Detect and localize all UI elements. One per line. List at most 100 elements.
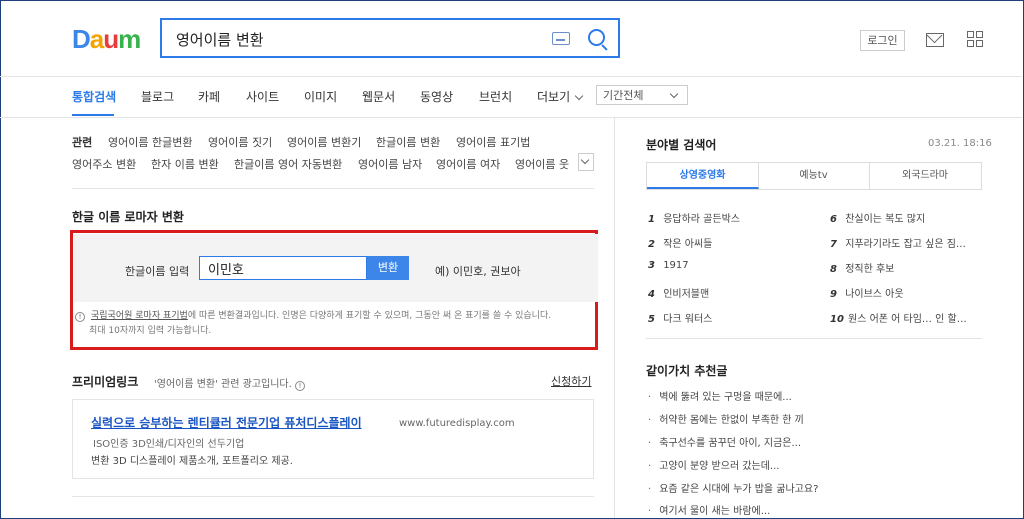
related-expand-button[interactable] — [578, 153, 594, 171]
rank-text: 정직한 후보 — [845, 264, 895, 275]
related-item[interactable]: 영어이름 짓기 — [208, 134, 272, 150]
apply-link[interactable]: 신청하기 — [551, 373, 591, 389]
related-item[interactable]: 한글이름 영어 자동변환 — [234, 156, 342, 172]
rank-text: 인비저블맨 — [663, 289, 710, 300]
ad-description: ISO인증 3D인쇄/디자인의 선두기업 — [93, 439, 245, 450]
tab-more-label: 더보기 — [537, 90, 571, 104]
converter-example: 예) 이민호, 권보아 — [435, 265, 521, 278]
logo-letter-d: D — [72, 24, 91, 54]
recommend-item[interactable]: 고양이 분양 받으러 갔는데... — [648, 457, 779, 472]
premium-title: 프리미엄링크 — [72, 375, 139, 389]
tab-site[interactable]: 사이트 — [246, 88, 279, 105]
tab-movies[interactable]: 상영중영화 — [647, 163, 759, 189]
tab-video[interactable]: 동영상 — [420, 88, 453, 105]
recommend-item[interactable]: 허약한 몸에는 한없이 부족한 한 끼 — [648, 411, 804, 426]
convert-button[interactable]: 변환 — [367, 256, 409, 280]
trending-tabs: 상영중영화 예능tv 외국드라마 — [646, 162, 982, 190]
tab-drama[interactable]: 외국드라마 — [869, 163, 981, 189]
search-box — [160, 18, 620, 58]
related-item[interactable]: 영어이름 웃 — [515, 156, 573, 172]
related-item[interactable]: 영어이름 한글변환 — [108, 134, 192, 150]
trending-title: 분야별 검색어 — [646, 138, 717, 152]
divider — [646, 338, 982, 339]
logo-letter-u: u — [103, 24, 119, 54]
daum-logo[interactable]: Daum — [72, 24, 141, 55]
trending-time: 03.21. 18:16 — [928, 138, 992, 149]
rank-text: 찬실이는 복도 많지 — [845, 214, 926, 225]
name-input[interactable] — [199, 256, 367, 280]
active-tab-underline — [72, 114, 114, 116]
tab-tv[interactable]: 예능tv — [758, 163, 870, 189]
trending-item[interactable]: 10 원스 어폰 어 타임… 인 할… — [830, 310, 967, 325]
related-item[interactable]: 한글이름 변환 — [376, 134, 440, 150]
trending-item[interactable]: 1 응답하라 골든박스 — [648, 210, 740, 225]
tab-brunch[interactable]: 브런치 — [479, 88, 512, 105]
trending-item[interactable]: 7 지푸라기라도 잡고 싶은 짐… — [830, 235, 966, 250]
ad-url[interactable]: www.futuredisplay.com — [399, 418, 515, 429]
info-icon: ! — [75, 312, 85, 322]
rank-number: 6 — [830, 214, 837, 225]
search-icon[interactable] — [588, 29, 605, 46]
rank-text: 나이브스 아웃 — [845, 289, 904, 300]
trending-item[interactable]: 6 찬실이는 복도 많지 — [830, 210, 925, 225]
rank-text: 지푸라기라도 잡고 싶은 짐… — [845, 239, 966, 250]
related-label: 관련 — [72, 136, 93, 149]
rank-number: 8 — [830, 264, 837, 275]
trending-item[interactable]: 2 작은 아씨들 — [648, 235, 712, 250]
keyboard-icon[interactable] — [552, 32, 570, 45]
notice-text: 에 따른 변환결과입니다. 인명은 다양하게 표기할 수 있으며, 그동안 써 … — [187, 311, 552, 321]
related-item[interactable]: 영어이름 표기법 — [456, 134, 530, 150]
trending-item[interactable]: 9 나이브스 아웃 — [830, 285, 904, 300]
romanization-rule-link[interactable]: 국립국어원 로마자 표기법 — [91, 311, 188, 321]
info-icon[interactable]: ! — [295, 381, 306, 391]
recommend-item[interactable]: 여기서 물이 새는 바람에... — [648, 502, 770, 517]
logo-letter-a: a — [89, 24, 105, 54]
notice-line2: 최대 10자까지 입력 가능합니다. — [89, 326, 212, 336]
romanization-converter: 한글이름 입력 변환 예) 이민호, 권보아 ! 국립국어원 로마자 표기법에 따… — [70, 230, 598, 350]
divider — [72, 496, 594, 497]
apps-grid-icon[interactable] — [967, 31, 983, 47]
chevron-down-icon — [669, 89, 679, 99]
related-item[interactable]: 영어주소 변환 — [72, 156, 136, 172]
tab-blog[interactable]: 블로그 — [141, 88, 174, 105]
period-select[interactable]: 기간전체 — [596, 85, 688, 105]
mail-icon[interactable] — [926, 33, 944, 47]
search-input[interactable] — [174, 27, 548, 51]
tab-cafe[interactable]: 카페 — [198, 88, 220, 105]
rank-number: 4 — [648, 289, 655, 300]
related-item[interactable]: 영어이름 여자 — [436, 156, 500, 172]
converter-label: 한글이름 입력 — [125, 265, 190, 278]
premium-subtitle: '영어이름 변환' 관련 광고입니다. ! — [154, 375, 306, 391]
trending-item[interactable]: 8 정직한 후보 — [830, 260, 894, 275]
rank-number: 5 — [648, 314, 655, 325]
tab-image[interactable]: 이미지 — [304, 88, 337, 105]
rank-number: 10 — [830, 314, 844, 325]
recommend-item[interactable]: 요즘 같은 시대에 누가 밥을 굶나고요? — [648, 480, 818, 495]
ad-description: 변환 3D 디스플레이 제품소개, 포트폴리오 제공. — [91, 456, 293, 467]
trending-item[interactable]: 4 인비저블맨 — [648, 285, 709, 300]
tab-web[interactable]: 웹문서 — [362, 88, 395, 105]
recommend-title: 같이가치 추천글 — [646, 364, 728, 378]
rank-text: 원스 어폰 어 타임… 인 할… — [848, 314, 967, 325]
chevron-down-icon — [574, 91, 584, 101]
ad-box: 실력으로 승부하는 렌티큘러 전문기업 퓨처디스플레이 www.futuredi… — [72, 399, 594, 479]
related-item[interactable]: 영어이름 남자 — [358, 156, 422, 172]
tab-integrated[interactable]: 통합검색 — [72, 88, 116, 105]
trending-item[interactable]: 5 다크 워터스 — [648, 310, 712, 325]
rank-text: 응답하라 골든박스 — [663, 214, 740, 225]
related-item[interactable]: 영어이름 변환기 — [287, 134, 361, 150]
tab-more[interactable]: 더보기 — [537, 88, 584, 105]
converter-notice: ! 국립국어원 로마자 표기법에 따른 변환결과입니다. 인명은 다양하게 표기할… — [75, 309, 579, 339]
converter-title: 한글 이름 로마자 변환 — [72, 210, 184, 224]
rank-number: 2 — [648, 239, 655, 250]
recommend-item[interactable]: 축구선수를 꿈꾸던 아이, 지금은... — [648, 434, 801, 449]
login-button[interactable]: 로그인 — [860, 30, 905, 51]
trending-item[interactable]: 3 1917 — [648, 260, 689, 271]
related-item[interactable]: 한자 이름 변환 — [151, 156, 219, 172]
rank-number: 1 — [648, 214, 655, 225]
recommend-item[interactable]: 벽에 뚫려 있는 구멍을 때문에... — [648, 388, 792, 403]
rank-text: 1917 — [663, 260, 689, 271]
rank-number: 7 — [830, 239, 837, 250]
ad-title-link[interactable]: 실력으로 승부하는 렌티큘러 전문기업 퓨처디스플레이 — [91, 414, 362, 431]
rank-text: 다크 워터스 — [663, 314, 713, 325]
